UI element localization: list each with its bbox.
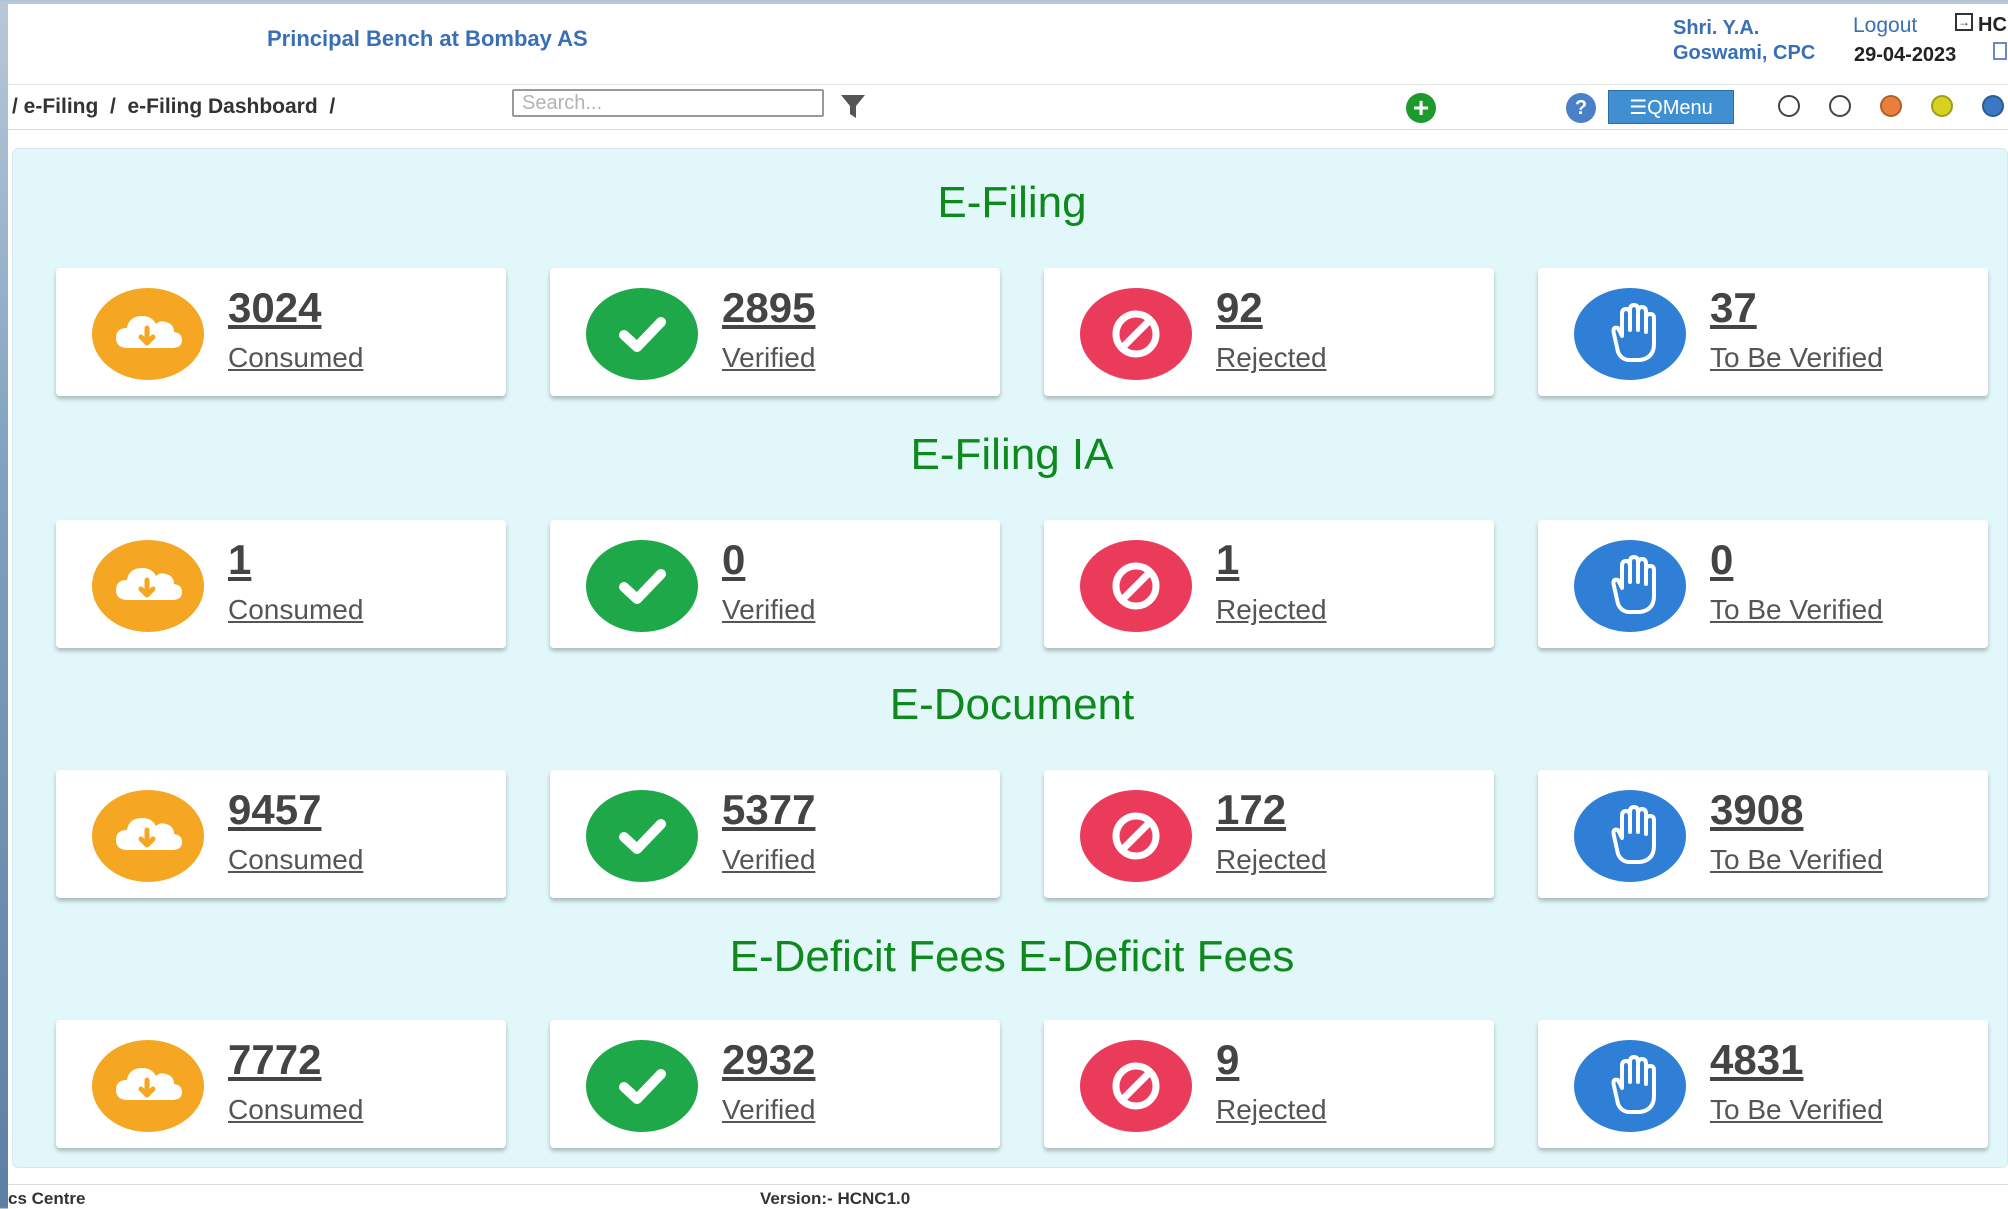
stat-card[interactable]: 0 To Be Verified [1538,520,1988,648]
stat-label-link[interactable]: Verified [722,844,815,876]
theme-color-dot[interactable] [1982,95,2004,117]
stat-card[interactable]: 4831 To Be Verified [1538,1020,1988,1148]
ban-icon [1080,790,1192,882]
calendar-icon[interactable] [1993,42,2007,60]
qmenu-button[interactable]: ☰QMenu [1608,90,1734,124]
stat-label-link[interactable]: Rejected [1216,594,1327,626]
hand-icon [1574,288,1686,380]
court-code: HC [1978,14,2007,36]
check-icon [586,288,698,380]
stat-label-link[interactable]: To Be Verified [1710,1094,1883,1126]
check-icon [586,540,698,632]
stat-card[interactable]: 2932 Verified [550,1020,1000,1148]
stat-card[interactable]: 3908 To Be Verified [1538,770,1988,898]
theme-color-dot[interactable] [1829,95,1851,117]
ban-icon [1080,288,1192,380]
section-title: E-Filing IA [910,430,1114,479]
hand-icon [1574,540,1686,632]
hand-icon [1574,1040,1686,1132]
stat-label-link[interactable]: Rejected [1216,1094,1327,1126]
top-header: Principal Bench at Bombay AS Shri. Y.A. … [8,4,2008,84]
stat-label-link[interactable]: To Be Verified [1710,844,1883,876]
filter-icon[interactable] [838,91,868,121]
theme-color-dot[interactable] [1931,95,1953,117]
breadcrumb[interactable]: / e-Filing / e-Filing Dashboard / [12,95,335,119]
cloud-download-icon [92,540,204,632]
footer: cs Centre Version:- HCNC1.0 [8,1184,2008,1209]
cloud-download-icon [92,790,204,882]
cloud-download-icon [92,1040,204,1132]
logout-icon[interactable]: → [1955,13,1973,31]
stat-card[interactable]: 37 To Be Verified [1538,268,1988,396]
stat-label-link[interactable]: To Be Verified [1710,594,1883,626]
stat-count-link[interactable]: 7772 [228,1036,321,1084]
current-date: 29-04-2023 [1854,44,1957,66]
stat-count-link[interactable]: 9 [1216,1036,1239,1084]
stat-label-link[interactable]: Consumed [228,1094,363,1126]
stat-count-link[interactable]: 1 [228,536,251,584]
stat-card[interactable]: 2895 Verified [550,268,1000,396]
user-name-line2: Goswami, CPC [1673,42,1816,64]
stat-count-link[interactable]: 0 [1710,536,1733,584]
stat-count-link[interactable]: 4831 [1710,1036,1803,1084]
check-icon [586,790,698,882]
search-input[interactable] [512,89,824,117]
stat-count-link[interactable]: 172 [1216,786,1286,834]
stat-count-link[interactable]: 92 [1216,284,1263,332]
section-title: E-Document [889,680,1135,729]
stat-count-link[interactable]: 1 [1216,536,1239,584]
stat-count-link[interactable]: 3024 [228,284,321,332]
stat-label-link[interactable]: Consumed [228,844,363,876]
cloud-download-icon [92,288,204,380]
section-title: E-Deficit Fees E-Deficit Fees [729,932,1295,981]
menu-icon: ☰ [1629,97,1648,119]
stat-card[interactable]: 9457 Consumed [56,770,506,898]
stat-count-link[interactable]: 2932 [722,1036,815,1084]
stat-card[interactable]: 3024 Consumed [56,268,506,396]
qmenu-label: QMenu [1647,97,1713,119]
footer-org: cs Centre [8,1189,86,1208]
stat-card[interactable]: 1 Consumed [56,520,506,648]
stat-count-link[interactable]: 3908 [1710,786,1803,834]
stat-card[interactable]: 7772 Consumed [56,1020,506,1148]
stat-card[interactable]: 9 Rejected [1044,1020,1494,1148]
stat-card[interactable]: 5377 Verified [550,770,1000,898]
stat-count-link[interactable]: 5377 [722,786,815,834]
user-name-line1: Shri. Y.A. [1673,17,1760,39]
stat-label-link[interactable]: Rejected [1216,844,1327,876]
hand-icon [1574,790,1686,882]
stat-label-link[interactable]: Consumed [228,342,363,374]
ban-icon [1080,1040,1192,1132]
stat-count-link[interactable]: 0 [722,536,745,584]
stat-card[interactable]: 92 Rejected [1044,268,1494,396]
stat-label-link[interactable]: To Be Verified [1710,342,1883,374]
stat-label-link[interactable]: Consumed [228,594,363,626]
nav-bar: / e-Filing / e-Filing Dashboard / + ? ☰Q… [8,84,2008,130]
stat-count-link[interactable]: 2895 [722,284,815,332]
ban-icon [1080,540,1192,632]
stat-label-link[interactable]: Verified [722,1094,815,1126]
check-icon [586,1040,698,1132]
add-icon[interactable]: + [1406,93,1436,123]
user-name[interactable]: Shri. Y.A. Goswami, CPC [1673,16,1815,66]
stat-count-link[interactable]: 37 [1710,284,1757,332]
stat-card[interactable]: 0 Verified [550,520,1000,648]
section-title: E-Filing [937,178,1087,227]
theme-color-dot[interactable] [1778,95,1800,117]
stat-count-link[interactable]: 9457 [228,786,321,834]
stat-card[interactable]: 1 Rejected [1044,520,1494,648]
help-icon[interactable]: ? [1566,93,1596,123]
logout-link[interactable]: Logout [1853,14,1917,38]
stat-label-link[interactable]: Rejected [1216,342,1327,374]
app-window: Principal Bench at Bombay AS Shri. Y.A. … [8,4,2008,1208]
theme-color-dot[interactable] [1880,95,1902,117]
stat-label-link[interactable]: Verified [722,342,815,374]
bench-title: Principal Bench at Bombay AS [267,26,588,51]
footer-version: Version:- HCNC1.0 [760,1189,911,1208]
stat-label-link[interactable]: Verified [722,594,815,626]
stat-card[interactable]: 172 Rejected [1044,770,1494,898]
